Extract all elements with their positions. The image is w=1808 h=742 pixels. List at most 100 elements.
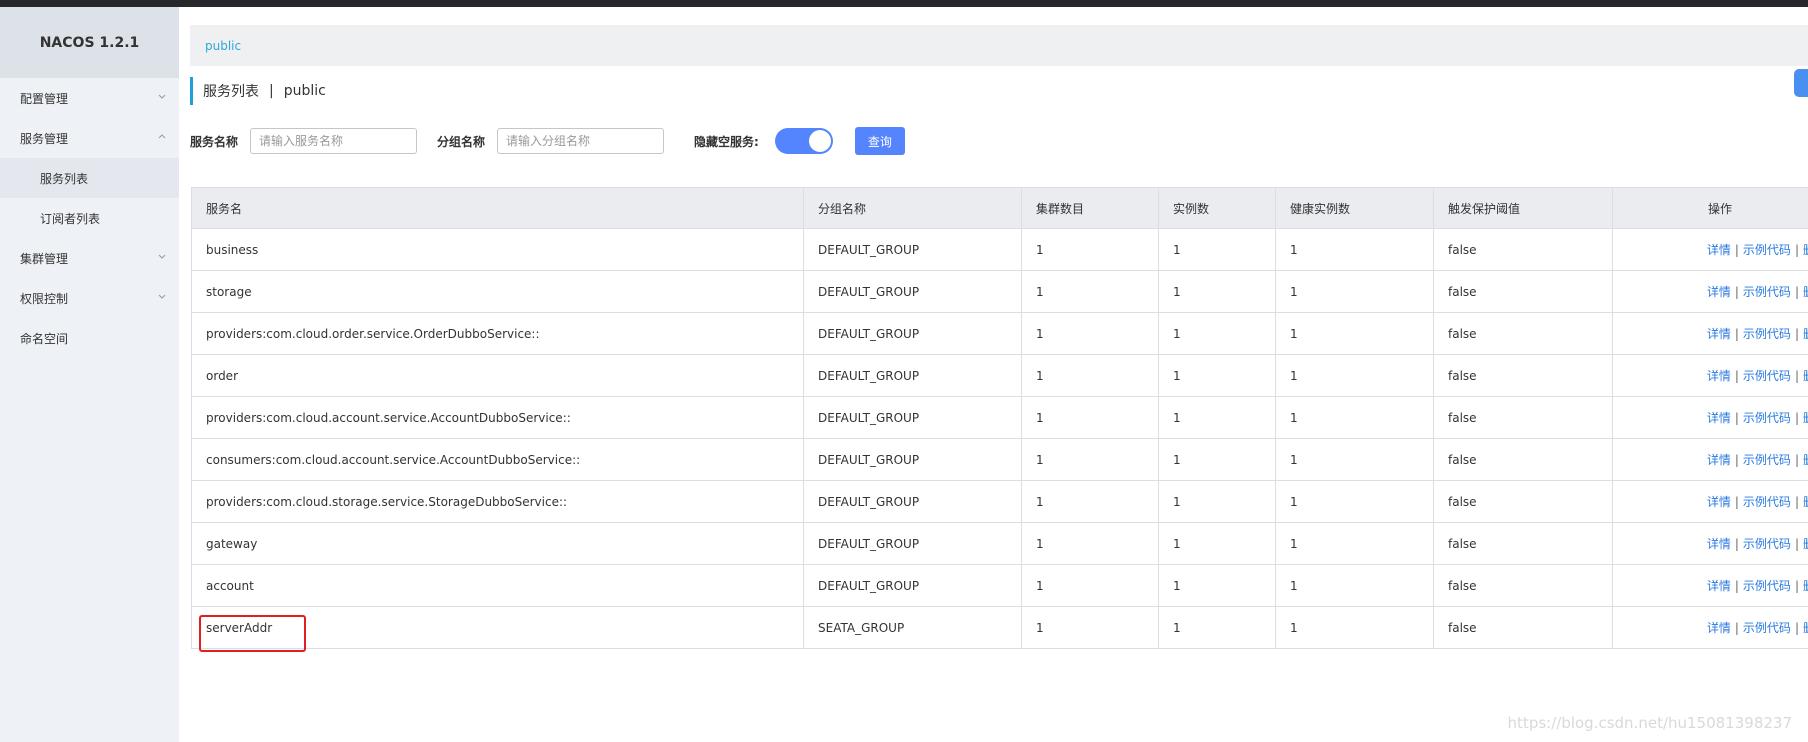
delete-link[interactable]: 删除 [1803, 327, 1808, 341]
action-separator: | [1734, 243, 1739, 257]
sample-code-link[interactable]: 示例代码 [1743, 243, 1791, 257]
group-name-cell: DEFAULT_GROUP [803, 354, 1022, 397]
instance-count-cell: 1 [1158, 480, 1276, 523]
table-row: orderDEFAULT_GROUP111false详情|示例代码|删除 [191, 354, 1808, 397]
delete-link[interactable]: 删除 [1803, 369, 1808, 383]
sample-code-link[interactable]: 示例代码 [1743, 537, 1791, 551]
group-name-cell: DEFAULT_GROUP [803, 228, 1022, 271]
delete-link[interactable]: 删除 [1803, 537, 1808, 551]
detail-link[interactable]: 详情 [1707, 579, 1731, 593]
chevron-down-icon [158, 94, 166, 99]
action-separator: | [1734, 621, 1739, 635]
action-separator: | [1734, 495, 1739, 509]
sample-code-link[interactable]: 示例代码 [1743, 621, 1791, 635]
protect-threshold-cell: false [1433, 480, 1613, 523]
sample-code-link[interactable]: 示例代码 [1743, 453, 1791, 467]
healthy-count-cell: 1 [1275, 480, 1434, 523]
action-separator: | [1794, 369, 1799, 383]
sidebar-item-permission[interactable]: 权限控制 [0, 278, 179, 318]
action-separator: | [1794, 621, 1799, 635]
sidebar-item-label: 权限控制 [20, 291, 69, 306]
service-name-cell: providers:com.cloud.account.service.Acco… [191, 396, 804, 439]
protect-threshold-cell: false [1433, 312, 1613, 355]
query-button[interactable]: 查询 [854, 127, 905, 155]
highlight-box [199, 615, 306, 652]
action-separator: | [1794, 285, 1799, 299]
operations-cell: 详情|示例代码|删除 [1612, 438, 1808, 481]
detail-link[interactable]: 详情 [1707, 285, 1731, 299]
delete-link[interactable]: 删除 [1803, 285, 1808, 299]
column-header: 分组名称 [803, 187, 1022, 229]
group-name-cell: DEFAULT_GROUP [803, 522, 1022, 565]
app-logo: NACOS 1.2.1 [0, 7, 179, 78]
service-name-cell: order [191, 354, 804, 397]
detail-link[interactable]: 详情 [1707, 369, 1731, 383]
detail-link[interactable]: 详情 [1707, 327, 1731, 341]
table-row: gatewayDEFAULT_GROUP111false详情|示例代码|删除 [191, 522, 1808, 565]
sample-code-link[interactable]: 示例代码 [1743, 369, 1791, 383]
operations-cell: 详情|示例代码|删除 [1612, 396, 1808, 439]
detail-link[interactable]: 详情 [1707, 411, 1731, 425]
cluster-count-cell: 1 [1021, 522, 1159, 565]
detail-link[interactable]: 详情 [1707, 453, 1731, 467]
detail-link[interactable]: 详情 [1707, 537, 1731, 551]
sidebar-item-service-list[interactable]: 服务列表 [0, 158, 179, 198]
group-name-label: 分组名称 [437, 134, 486, 149]
sidebar-item-namespace[interactable]: 命名空间 [0, 318, 179, 358]
healthy-count-cell: 1 [1275, 354, 1434, 397]
sample-code-link[interactable]: 示例代码 [1743, 411, 1791, 425]
service-name-cell: account [191, 564, 804, 607]
sidebar-item-label: 服务列表 [40, 171, 89, 186]
sample-code-link[interactable]: 示例代码 [1743, 495, 1791, 509]
sample-code-link[interactable]: 示例代码 [1743, 285, 1791, 299]
detail-link[interactable]: 详情 [1707, 243, 1731, 257]
sidebar-item-label: 服务管理 [20, 131, 69, 146]
cluster-count-cell: 1 [1021, 396, 1159, 439]
table-row: providers:com.cloud.order.service.OrderD… [191, 312, 1808, 355]
protect-threshold-cell: false [1433, 228, 1613, 271]
column-header: 服务名 [191, 187, 804, 229]
operations-cell: 详情|示例代码|删除 [1612, 480, 1808, 523]
instance-count-cell: 1 [1158, 438, 1276, 481]
sidebar-item-subscribers[interactable]: 订阅者列表 [0, 198, 179, 238]
protect-threshold-cell: false [1433, 438, 1613, 481]
delete-link[interactable]: 删除 [1803, 453, 1808, 467]
group-name-cell: DEFAULT_GROUP [803, 438, 1022, 481]
protect-threshold-cell: false [1433, 354, 1613, 397]
breadcrumb-namespace[interactable]: public [205, 39, 241, 53]
column-header: 健康实例数 [1275, 187, 1434, 229]
action-separator: | [1794, 243, 1799, 257]
service-name-input[interactable] [250, 128, 418, 154]
group-name-cell: DEFAULT_GROUP [803, 270, 1022, 313]
sample-code-link[interactable]: 示例代码 [1743, 327, 1791, 341]
healthy-count-cell: 1 [1275, 438, 1434, 481]
delete-link[interactable]: 删除 [1803, 621, 1808, 635]
cluster-count-cell: 1 [1021, 606, 1159, 649]
group-name-input[interactable] [497, 128, 665, 154]
delete-link[interactable]: 删除 [1803, 495, 1808, 509]
toggle-knob [808, 130, 831, 152]
detail-link[interactable]: 详情 [1707, 621, 1731, 635]
protect-threshold-cell: false [1433, 606, 1613, 649]
delete-link[interactable]: 删除 [1803, 579, 1808, 593]
detail-link[interactable]: 详情 [1707, 495, 1731, 509]
action-separator: | [1794, 327, 1799, 341]
delete-link[interactable]: 删除 [1803, 243, 1808, 257]
sidebar-item-config[interactable]: 配置管理 [0, 78, 179, 118]
watermark: https://blog.csdn.net/hu15081398237 [1507, 714, 1792, 732]
operations-cell: 详情|示例代码|删除 [1612, 522, 1808, 565]
sample-code-link[interactable]: 示例代码 [1743, 579, 1791, 593]
delete-link[interactable]: 删除 [1803, 411, 1808, 425]
hide-empty-toggle[interactable] [774, 128, 833, 154]
sidebar-item-label: 命名空间 [20, 331, 69, 346]
page-title: 服务列表 | public [190, 77, 326, 105]
sidebar-item-service[interactable]: 服务管理 [0, 118, 179, 158]
action-separator: | [1734, 537, 1739, 551]
action-separator: | [1734, 369, 1739, 383]
action-separator: | [1734, 579, 1739, 593]
sidebar-item-cluster[interactable]: 集群管理 [0, 238, 179, 278]
service-name-cell: providers:com.cloud.order.service.OrderD… [191, 312, 804, 355]
floating-toggle-button[interactable] [1794, 69, 1808, 97]
table-row: serverAddrSEATA_GROUP111false详情|示例代码|删除 [191, 606, 1808, 649]
action-separator: | [1794, 453, 1799, 467]
